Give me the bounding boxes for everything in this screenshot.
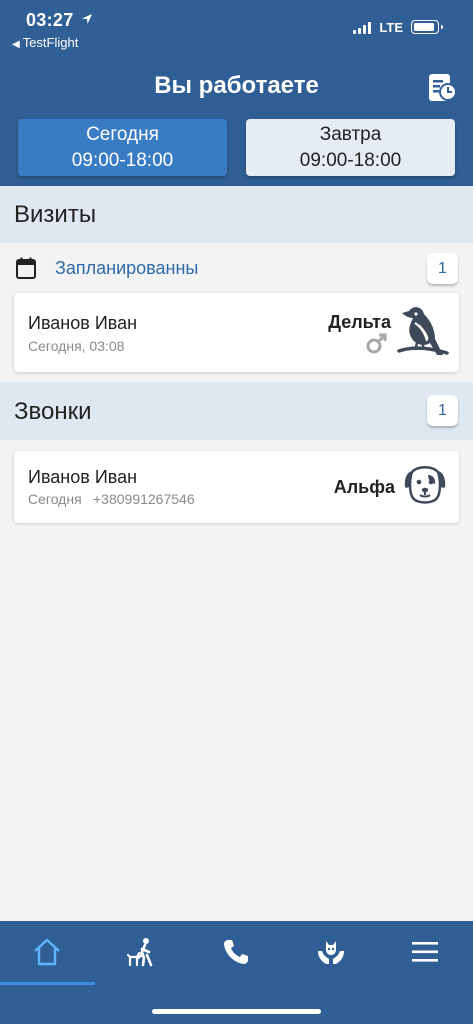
visit-time: Сегодня, 03:08 [28,338,125,354]
visits-section-header: Визиты [0,186,473,243]
visits-title: Визиты [14,201,97,228]
home-icon [34,938,60,966]
tab-pets[interactable] [284,921,378,983]
calendar-icon [16,257,36,279]
visit-client-name: Иванов Иван [28,313,138,333]
active-tab-indicator [0,982,95,985]
tab-home[interactable] [0,921,94,983]
status-time: 03:27 [26,10,74,30]
shift-today-button[interactable]: Сегодня 09:00-18:00 [18,119,227,176]
app-header: 03:27 ◀ TestFlight LTE Вы работаете Сегод… [0,0,473,186]
back-triangle-icon: ◀ [12,39,20,50]
bird-icon [397,307,449,355]
calls-title: Звонки [14,398,92,425]
call-day: Сегодня [28,491,82,507]
male-icon [366,333,387,354]
page-title: Вы работаете [154,72,319,99]
call-pet-name: Альфа [333,477,395,497]
tab-calls[interactable] [189,921,283,983]
back-app-label: TestFlight [22,35,79,50]
shift-day-label: Завтра [319,124,382,145]
network-type: LTE [379,20,403,35]
tab-walks[interactable] [95,921,189,983]
menu-icon [412,942,438,962]
shift-tomorrow-button[interactable]: Завтра 09:00-18:00 [246,119,455,176]
visit-pet-name: Дельта [328,312,391,332]
location-arrow-icon [82,14,92,24]
battery-icon [411,20,443,34]
pet-care-icon [318,941,344,964]
shift-hours: 09:00-18:00 [71,150,174,171]
planned-visits-group[interactable]: Запланированны 1 [0,244,473,290]
calls-count-badge: 1 [427,395,458,426]
planned-visits-label: Запланированны [55,258,199,278]
visit-card[interactable]: Иванов Иван Сегодня, 03:08 Дельта [14,293,459,372]
status-bar: 03:27 ◀ TestFlight LTE [12,8,453,50]
back-to-app-link[interactable]: ◀ TestFlight [12,35,78,50]
shift-hours: 09:00-18:00 [299,150,402,171]
schedule-icon[interactable] [427,72,457,104]
call-phone: +380991267546 [93,491,195,507]
dog-icon [404,466,446,504]
signal-icon [353,22,371,34]
calls-section-header: Звонки 1 [0,382,473,440]
shift-day-label: Сегодня [86,124,159,145]
tab-menu[interactable] [378,921,472,983]
home-indicator [152,1009,321,1014]
planned-visits-count-badge: 1 [427,253,458,284]
call-card[interactable]: Иванов Иван Сегодня +380991267546 Альфа [14,451,459,523]
call-client-name: Иванов Иван [28,467,138,487]
walk-with-pet-icon [127,938,153,967]
phone-icon [224,940,248,964]
